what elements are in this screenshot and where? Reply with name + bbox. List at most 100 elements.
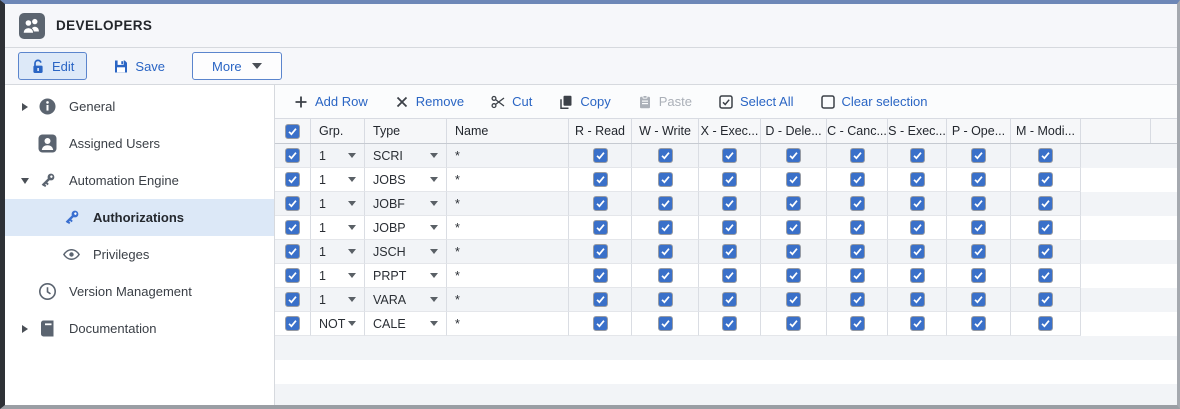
perm-checkbox-checked[interactable] xyxy=(722,196,737,211)
type-dropdown[interactable]: CALE xyxy=(365,312,447,336)
type-dropdown[interactable]: JOBF xyxy=(365,192,447,216)
name-cell[interactable]: * xyxy=(447,264,569,288)
sidebar-item-authorizations[interactable]: Authorizations xyxy=(5,199,274,236)
grp-dropdown[interactable]: 1 xyxy=(311,192,365,216)
perm-checkbox-checked[interactable] xyxy=(971,244,986,259)
perm-checkbox-checked[interactable] xyxy=(909,316,925,331)
perm-checkbox-checked[interactable] xyxy=(909,220,925,235)
perm-checkbox-checked[interactable] xyxy=(1038,148,1053,163)
perm-checkbox-checked[interactable] xyxy=(909,196,925,211)
expander-collapsed-icon[interactable] xyxy=(18,102,31,111)
type-dropdown[interactable]: JOBP xyxy=(365,216,447,240)
perm-checkbox-checked[interactable] xyxy=(592,172,608,187)
sidebar-item-general[interactable]: General xyxy=(5,88,274,125)
column-settings-button[interactable] xyxy=(1151,118,1177,146)
grp-dropdown[interactable]: 1 xyxy=(311,168,365,192)
perm-checkbox-checked[interactable] xyxy=(1038,196,1053,211)
sidebar-item-privileges[interactable]: Privileges xyxy=(5,236,274,273)
perm-checkbox-checked[interactable] xyxy=(786,148,801,163)
perm-checkbox-checked[interactable] xyxy=(657,196,673,211)
name-cell[interactable]: * xyxy=(447,312,569,336)
perm-checkbox-checked[interactable] xyxy=(657,220,673,235)
grp-dropdown[interactable]: 1 xyxy=(311,144,365,168)
perm-checkbox-checked[interactable] xyxy=(592,292,608,307)
perm-checkbox-checked[interactable] xyxy=(971,148,986,163)
grp-dropdown[interactable]: 1 xyxy=(311,216,365,240)
add-row-button[interactable]: Add Row xyxy=(294,94,368,109)
perm-checkbox-checked[interactable] xyxy=(849,244,865,259)
save-button[interactable]: Save xyxy=(101,52,178,80)
type-dropdown[interactable]: JOBS xyxy=(365,168,447,192)
copy-button[interactable]: Copy xyxy=(559,94,611,109)
perm-checkbox-checked[interactable] xyxy=(971,172,986,187)
perm-checkbox-checked[interactable] xyxy=(786,316,801,331)
perm-checkbox-checked[interactable] xyxy=(971,316,986,331)
perm-checkbox-checked[interactable] xyxy=(722,268,737,283)
perm-checkbox-checked[interactable] xyxy=(849,316,865,331)
perm-checkbox-checked[interactable] xyxy=(657,268,673,283)
perm-checkbox-checked[interactable] xyxy=(849,292,865,307)
perm-checkbox-checked[interactable] xyxy=(657,148,673,163)
perm-checkbox-checked[interactable] xyxy=(849,172,865,187)
perm-checkbox-checked[interactable] xyxy=(1038,172,1053,187)
perm-checkbox-checked[interactable] xyxy=(657,292,673,307)
sidebar-item-automation-engine[interactable]: Automation Engine xyxy=(5,162,274,199)
perm-checkbox-checked[interactable] xyxy=(849,268,865,283)
name-cell[interactable]: * xyxy=(447,144,569,168)
perm-checkbox-checked[interactable] xyxy=(786,172,801,187)
perm-checkbox-checked[interactable] xyxy=(722,316,737,331)
perm-checkbox-checked[interactable] xyxy=(849,196,865,211)
perm-checkbox-checked[interactable] xyxy=(1038,220,1053,235)
perm-checkbox-checked[interactable] xyxy=(722,220,737,235)
name-cell[interactable]: * xyxy=(447,288,569,312)
sidebar-item-documentation[interactable]: Documentation xyxy=(5,310,274,347)
grp-dropdown[interactable]: NOT xyxy=(311,312,365,336)
type-dropdown[interactable]: PRPT xyxy=(365,264,447,288)
perm-checkbox-checked[interactable] xyxy=(786,220,801,235)
header-checkbox-checked[interactable] xyxy=(285,123,300,139)
perm-checkbox-checked[interactable] xyxy=(722,244,737,259)
row-checkbox-checked[interactable] xyxy=(285,148,300,163)
perm-checkbox-checked[interactable] xyxy=(592,220,608,235)
perm-checkbox-checked[interactable] xyxy=(849,148,865,163)
grp-dropdown[interactable]: 1 xyxy=(311,264,365,288)
perm-checkbox-checked[interactable] xyxy=(786,268,801,283)
clear-selection-button[interactable]: Clear selection xyxy=(820,94,928,109)
perm-checkbox-checked[interactable] xyxy=(592,316,608,331)
grp-dropdown[interactable]: 1 xyxy=(311,288,365,312)
row-checkbox-checked[interactable] xyxy=(285,244,300,259)
perm-checkbox-checked[interactable] xyxy=(909,292,925,307)
row-checkbox-checked[interactable] xyxy=(285,268,300,283)
sidebar-item-version-management[interactable]: Version Management xyxy=(5,273,274,310)
name-cell[interactable]: * xyxy=(447,192,569,216)
perm-checkbox-checked[interactable] xyxy=(849,220,865,235)
grp-dropdown[interactable]: 1 xyxy=(311,240,365,264)
perm-checkbox-checked[interactable] xyxy=(971,196,986,211)
perm-checkbox-checked[interactable] xyxy=(786,196,801,211)
select-all-button[interactable]: Select All xyxy=(719,94,794,109)
expander-collapsed-icon[interactable] xyxy=(18,324,31,333)
row-checkbox-checked[interactable] xyxy=(285,172,300,187)
remove-button[interactable]: Remove xyxy=(395,94,464,109)
perm-checkbox-checked[interactable] xyxy=(657,316,673,331)
row-checkbox-checked[interactable] xyxy=(285,220,300,235)
perm-checkbox-checked[interactable] xyxy=(1038,268,1053,283)
perm-checkbox-checked[interactable] xyxy=(592,196,608,211)
perm-checkbox-checked[interactable] xyxy=(657,172,673,187)
perm-checkbox-checked[interactable] xyxy=(592,148,608,163)
perm-checkbox-checked[interactable] xyxy=(971,220,986,235)
type-dropdown[interactable]: SCRI xyxy=(365,144,447,168)
perm-checkbox-checked[interactable] xyxy=(657,244,673,259)
perm-checkbox-checked[interactable] xyxy=(722,148,737,163)
row-checkbox-checked[interactable] xyxy=(285,292,300,307)
more-button[interactable]: More xyxy=(192,52,282,80)
perm-checkbox-checked[interactable] xyxy=(722,172,737,187)
perm-checkbox-checked[interactable] xyxy=(722,292,737,307)
perm-checkbox-checked[interactable] xyxy=(786,292,801,307)
name-cell[interactable]: * xyxy=(447,240,569,264)
perm-checkbox-checked[interactable] xyxy=(592,244,608,259)
type-dropdown[interactable]: VARA xyxy=(365,288,447,312)
type-dropdown[interactable]: JSCH xyxy=(365,240,447,264)
edit-button[interactable]: Edit xyxy=(18,52,88,80)
perm-checkbox-checked[interactable] xyxy=(786,244,801,259)
